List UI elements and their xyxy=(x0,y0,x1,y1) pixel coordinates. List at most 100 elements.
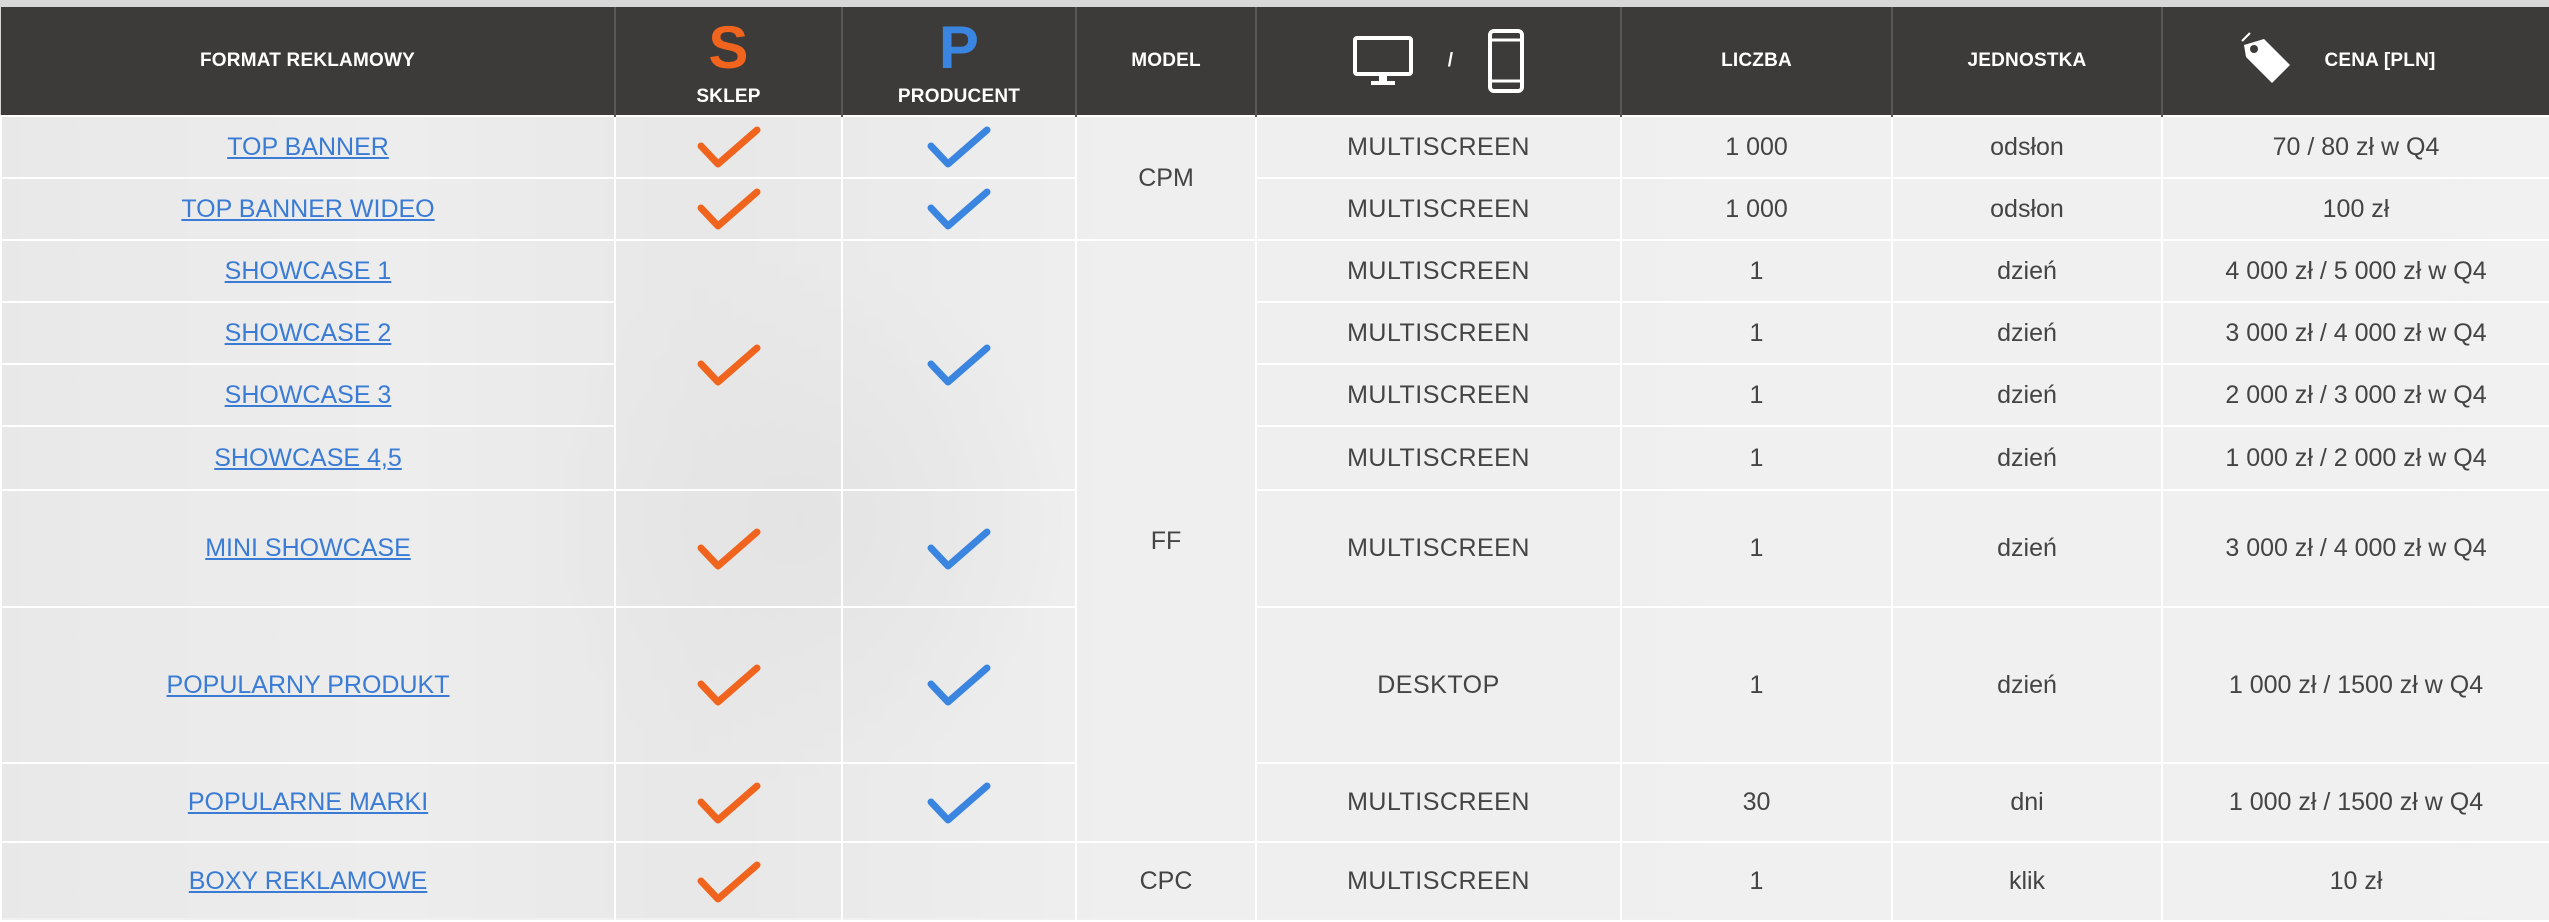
checkmark-icon xyxy=(697,861,760,902)
device-cell: MULTISCREEN xyxy=(1255,115,1622,179)
monitor-icon xyxy=(1352,36,1413,85)
checkmark-icon xyxy=(697,664,760,706)
format-cell: SHOWCASE 3 xyxy=(0,363,616,427)
device-cell: MULTISCREEN xyxy=(1255,841,1622,922)
table-row: MINI SHOWCASE MULTISCREEN 1 dzień 3 000 … xyxy=(0,489,2549,608)
device-separator: / xyxy=(1447,50,1454,71)
unit-cell: dni xyxy=(1891,762,2163,843)
device-cell: DESKTOP xyxy=(1255,606,1622,764)
checkmark-icon xyxy=(927,664,991,706)
producent-check xyxy=(841,115,1077,179)
format-link-showcase-2[interactable]: SHOWCASE 2 xyxy=(225,319,392,347)
format-cell: POPULARNY PRODUKT xyxy=(0,606,616,764)
sklep-check xyxy=(614,841,843,922)
header-model: MODEL xyxy=(1076,7,1257,116)
count-cell: 1 xyxy=(1620,239,1893,303)
sklep-letter: S xyxy=(708,14,749,81)
checkmark-icon xyxy=(697,188,760,230)
checkmark-icon xyxy=(927,188,991,230)
price-cell: 10 zł xyxy=(2161,841,2549,922)
unit-cell: dzień xyxy=(1891,239,2163,303)
format-cell: TOP BANNER xyxy=(0,115,616,179)
table-row: BOXY REKLAMOWE CPC MULTISCREEN 1 klik 10… xyxy=(0,841,2549,922)
model-cell: CPM xyxy=(1075,115,1257,241)
header-sklep: S SKLEP xyxy=(615,7,843,116)
sklep-check xyxy=(614,177,843,241)
count-cell: 1 000 xyxy=(1620,115,1893,179)
checkmark-icon xyxy=(697,344,760,386)
count-cell: 1 000 xyxy=(1620,177,1893,241)
header-jednostka: JEDNOSTKA xyxy=(1892,7,2163,116)
checkmark-icon xyxy=(927,344,991,386)
table-row: POPULARNE MARKI MULTISCREEN 30 dni 1 000… xyxy=(0,762,2549,843)
format-link-mini-showcase[interactable]: MINI SHOWCASE xyxy=(205,534,411,562)
device-cell: MULTISCREEN xyxy=(1255,177,1622,241)
price-cell: 1 000 zł / 1500 zł w Q4 xyxy=(2161,606,2549,764)
price-cell: 1 000 zł / 2 000 zł w Q4 xyxy=(2161,425,2549,491)
table-row: POPULARNY PRODUKT DESKTOP 1 dzień 1 000 … xyxy=(0,606,2549,764)
unit-cell: dzień xyxy=(1891,301,2163,365)
producent-letter: P xyxy=(938,14,980,81)
producent-check xyxy=(841,239,1077,491)
count-cell: 1 xyxy=(1620,425,1893,491)
producent-check xyxy=(841,606,1077,764)
unit-cell: odsłon xyxy=(1891,177,2163,241)
count-cell: 1 xyxy=(1620,363,1893,427)
format-link-boxy-reklamowe[interactable]: BOXY REKLAMOWE xyxy=(189,867,428,895)
unit-cell: dzień xyxy=(1891,606,2163,764)
header-row: FORMAT REKLAMOWY S SKLEP P PRODUCENT MOD… xyxy=(1,7,2549,116)
unit-cell: dzień xyxy=(1891,489,2163,608)
table-row: SHOWCASE 2 MULTISCREEN 1 dzień 3 000 zł … xyxy=(0,301,2549,365)
price-cell: 4 000 zł / 5 000 zł w Q4 xyxy=(2161,239,2549,303)
unit-cell: dzień xyxy=(1891,425,2163,491)
smartphone-icon xyxy=(1488,29,1525,93)
sklep-check xyxy=(614,239,843,491)
checkmark-icon xyxy=(927,126,991,168)
unit-cell: klik xyxy=(1891,841,2163,922)
count-cell: 1 xyxy=(1620,606,1893,764)
count-cell: 1 xyxy=(1620,489,1893,608)
device-cell: MULTISCREEN xyxy=(1255,301,1622,365)
format-link-top-banner[interactable]: TOP BANNER xyxy=(227,133,389,161)
sklep-check xyxy=(614,489,843,608)
price-cell: 100 zł xyxy=(2161,177,2549,241)
format-cell: SHOWCASE 2 xyxy=(0,301,616,365)
format-cell: SHOWCASE 4,5 xyxy=(0,425,616,491)
format-cell: MINI SHOWCASE xyxy=(0,489,616,608)
device-cell: MULTISCREEN xyxy=(1255,239,1622,303)
device-cell: MULTISCREEN xyxy=(1255,363,1622,427)
pricing-table: FORMAT REKLAMOWY S SKLEP P PRODUCENT MOD… xyxy=(0,7,2549,922)
format-link-showcase-4-5[interactable]: SHOWCASE 4,5 xyxy=(214,444,402,472)
format-link-popularny-produkt[interactable]: POPULARNY PRODUKT xyxy=(167,671,450,699)
format-link-top-banner-wideo[interactable]: TOP BANNER WIDEO xyxy=(181,195,434,223)
price-cell: 2 000 zł / 3 000 zł w Q4 xyxy=(2161,363,2549,427)
count-cell: 30 xyxy=(1620,762,1893,843)
producent-check-empty xyxy=(841,841,1077,922)
checkmark-icon xyxy=(697,126,760,168)
producent-check xyxy=(841,489,1077,608)
producent-check xyxy=(841,762,1077,843)
checkmark-icon xyxy=(697,528,760,569)
model-cell: CPC xyxy=(1075,841,1257,922)
header-format: FORMAT REKLAMOWY xyxy=(1,7,616,116)
format-link-showcase-3[interactable]: SHOWCASE 3 xyxy=(225,381,392,409)
header-producent: P PRODUCENT xyxy=(842,7,1077,116)
producent-label: PRODUCENT xyxy=(897,86,1021,107)
price-tag-icon xyxy=(2241,32,2291,83)
format-link-showcase-1[interactable]: SHOWCASE 1 xyxy=(225,257,392,285)
format-link-popularne-marki[interactable]: POPULARNE MARKI xyxy=(188,788,428,816)
table-row: TOP BANNER WIDEO MULTISCREEN 1 000 odsło… xyxy=(0,177,2549,241)
header-cena: CENA [PLN] xyxy=(2162,7,2549,116)
top-strip xyxy=(0,0,2549,7)
format-cell: TOP BANNER WIDEO xyxy=(0,177,616,241)
format-cell: POPULARNE MARKI xyxy=(0,762,616,843)
price-cell: 1 000 zł / 1500 zł w Q4 xyxy=(2161,762,2549,843)
format-cell: SHOWCASE 1 xyxy=(0,239,616,303)
sklep-check xyxy=(614,606,843,764)
sklep-check xyxy=(614,115,843,179)
price-cell: 70 / 80 zł w Q4 xyxy=(2161,115,2549,179)
unit-cell: odsłon xyxy=(1891,115,2163,179)
checkmark-icon xyxy=(927,528,991,569)
count-cell: 1 xyxy=(1620,301,1893,365)
device-cell: MULTISCREEN xyxy=(1255,762,1622,843)
